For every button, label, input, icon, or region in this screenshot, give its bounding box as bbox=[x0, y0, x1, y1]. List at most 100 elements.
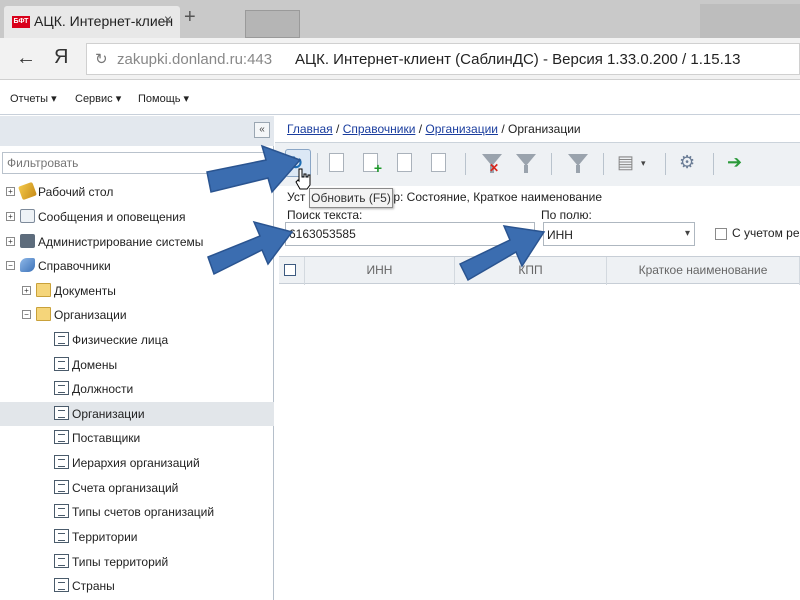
address-bar: ← Я ↻ zakupki.donland.ru:443 АЦК. Интерн… bbox=[0, 38, 800, 80]
filter-icon bbox=[568, 154, 588, 173]
tree-item-label: Типы счетов организаций bbox=[72, 505, 215, 519]
tree-item-org-hierarchy[interactable]: Иерархия организаций bbox=[0, 451, 274, 475]
toolbar-separator bbox=[665, 153, 666, 175]
menu-service[interactable]: Сервис ▾ bbox=[75, 92, 121, 105]
document-icon bbox=[54, 480, 69, 494]
filter-input[interactable] bbox=[2, 152, 272, 174]
breadcrumb-organizations-link[interactable]: Организации bbox=[425, 122, 498, 136]
new-tab-button[interactable]: + bbox=[184, 6, 196, 29]
tree-item-label: Поставщики bbox=[72, 431, 141, 445]
tree-item-messages[interactable]: + Сообщения и оповещения bbox=[0, 205, 274, 229]
tree-item-account-types[interactable]: Типы счетов организаций bbox=[0, 500, 274, 524]
expand-icon[interactable]: + bbox=[6, 212, 15, 221]
collapse-icon[interactable]: − bbox=[6, 261, 15, 270]
clear-filter-button[interactable]: ✕ bbox=[479, 149, 505, 177]
tree-item-org-accounts[interactable]: Счета организаций bbox=[0, 476, 274, 500]
background-window bbox=[700, 4, 800, 38]
url-text: zakupki.donland.ru:443 bbox=[117, 51, 273, 68]
print-button[interactable]: ▤ ▾ bbox=[615, 149, 651, 177]
tree-item-label: Администрирование системы bbox=[38, 235, 204, 249]
tree-item-references[interactable]: − Справочники bbox=[0, 254, 274, 278]
refresh-tooltip: Обновить (F5) bbox=[309, 188, 393, 208]
tree-item-documents[interactable]: + Документы bbox=[0, 279, 274, 303]
menu-help[interactable]: Помощь ▾ bbox=[138, 92, 189, 105]
toolbar-separator bbox=[551, 153, 552, 175]
create-button[interactable] bbox=[359, 149, 385, 177]
tree-item-label: Должности bbox=[72, 382, 134, 396]
navigation-panel: « + Рабочий стол + Сообщения и оповещени… bbox=[0, 116, 274, 600]
tree-item-organizations[interactable]: Организации bbox=[0, 402, 274, 426]
grid-header: ИНН КПП Краткое наименование bbox=[279, 256, 800, 285]
tree-item-label: Счета организаций bbox=[72, 481, 179, 495]
exit-icon: ➔ bbox=[727, 152, 743, 172]
breadcrumb-home-link[interactable]: Главная bbox=[287, 122, 333, 136]
tree-item-territory-types[interactable]: Типы территорий bbox=[0, 550, 274, 574]
exit-button[interactable]: ➔ bbox=[725, 149, 751, 177]
tab-close-icon[interactable]: × bbox=[164, 11, 172, 27]
create-document-icon bbox=[363, 153, 382, 176]
column-header-inn[interactable]: ИНН bbox=[305, 257, 455, 285]
advanced-filter-button[interactable] bbox=[565, 149, 591, 177]
collapse-panel-button[interactable]: « bbox=[254, 122, 270, 138]
tree-item-desktop[interactable]: + Рабочий стол bbox=[0, 180, 274, 204]
case-sensitive-label: С учетом ре bbox=[732, 226, 800, 240]
hand-cursor-icon bbox=[295, 168, 311, 190]
copy-button[interactable] bbox=[393, 149, 419, 177]
field-label: По полю: bbox=[541, 208, 592, 222]
favicon-icon: БФТ bbox=[12, 16, 30, 28]
tree-item-positions[interactable]: Должности bbox=[0, 377, 274, 401]
breadcrumb-references-link[interactable]: Справочники bbox=[343, 122, 416, 136]
filter-button[interactable] bbox=[513, 149, 539, 177]
reload-icon[interactable]: ↻ bbox=[95, 50, 108, 68]
chevron-down-icon: ▾ bbox=[641, 158, 646, 168]
document-icon bbox=[54, 529, 69, 543]
copy-document-icon bbox=[397, 153, 412, 172]
gear-icon: ⚙ bbox=[679, 152, 696, 172]
tree-item-organizations-folder[interactable]: − Организации bbox=[0, 303, 274, 327]
document-icon bbox=[54, 554, 69, 568]
edit-button[interactable] bbox=[325, 149, 351, 177]
tree-item-admin[interactable]: + Администрирование системы bbox=[0, 230, 274, 254]
menu-reports[interactable]: Отчеты ▾ bbox=[10, 92, 57, 105]
tree-item-label: Типы территорий bbox=[72, 555, 169, 569]
tree-item-domains[interactable]: Домены bbox=[0, 353, 274, 377]
toolbar: ↻ ✕ ▤ ▾ ⚙ bbox=[275, 142, 800, 186]
tree-item-countries[interactable]: Страны bbox=[0, 574, 274, 598]
breadcrumb-separator: / bbox=[498, 122, 509, 136]
tree-item-territories[interactable]: Территории bbox=[0, 525, 274, 549]
document-icon bbox=[54, 357, 69, 371]
column-header-short-name[interactable]: Краткое наименование bbox=[607, 257, 800, 285]
field-select-value: ИНН bbox=[547, 228, 573, 242]
search-label: Поиск текста: bbox=[287, 208, 363, 222]
expand-icon[interactable]: + bbox=[6, 237, 15, 246]
delete-button[interactable] bbox=[427, 149, 453, 177]
chevron-down-icon[interactable]: ▾ bbox=[685, 228, 690, 239]
toolbar-separator bbox=[465, 153, 466, 175]
admin-icon bbox=[20, 234, 35, 248]
url-field[interactable]: ↻ zakupki.donland.ru:443 АЦК. Интернет-к… bbox=[86, 43, 800, 75]
yandex-button[interactable]: Я bbox=[54, 46, 68, 69]
tab-title: АЦК. Интернет-клиен bbox=[34, 13, 174, 29]
collapse-icon[interactable]: − bbox=[22, 310, 31, 319]
column-header-kpp[interactable]: КПП bbox=[455, 257, 607, 285]
document-icon bbox=[54, 504, 69, 518]
mail-icon bbox=[20, 209, 35, 223]
case-sensitive-checkbox[interactable] bbox=[715, 228, 727, 240]
tree-item-individuals[interactable]: Физические лица bbox=[0, 328, 274, 352]
document-icon bbox=[54, 430, 69, 444]
field-select[interactable]: ИНН ▾ bbox=[543, 222, 695, 246]
search-input[interactable] bbox=[285, 222, 535, 246]
expand-icon[interactable]: + bbox=[22, 286, 31, 295]
toolbar-separator bbox=[713, 153, 714, 175]
browser-tab[interactable]: БФТ АЦК. Интернет-клиен × bbox=[4, 6, 180, 38]
tree-item-label: Физические лица bbox=[72, 333, 169, 347]
clear-icon: ✕ bbox=[489, 161, 500, 175]
edit-document-icon bbox=[329, 153, 344, 172]
document-icon bbox=[54, 381, 69, 395]
expand-icon[interactable]: + bbox=[6, 187, 15, 196]
select-all-column[interactable] bbox=[279, 257, 305, 285]
select-all-checkbox[interactable] bbox=[284, 264, 296, 276]
tree-item-suppliers[interactable]: Поставщики bbox=[0, 426, 274, 450]
back-button[interactable]: ← bbox=[16, 47, 36, 70]
settings-button[interactable]: ⚙ bbox=[677, 149, 703, 177]
